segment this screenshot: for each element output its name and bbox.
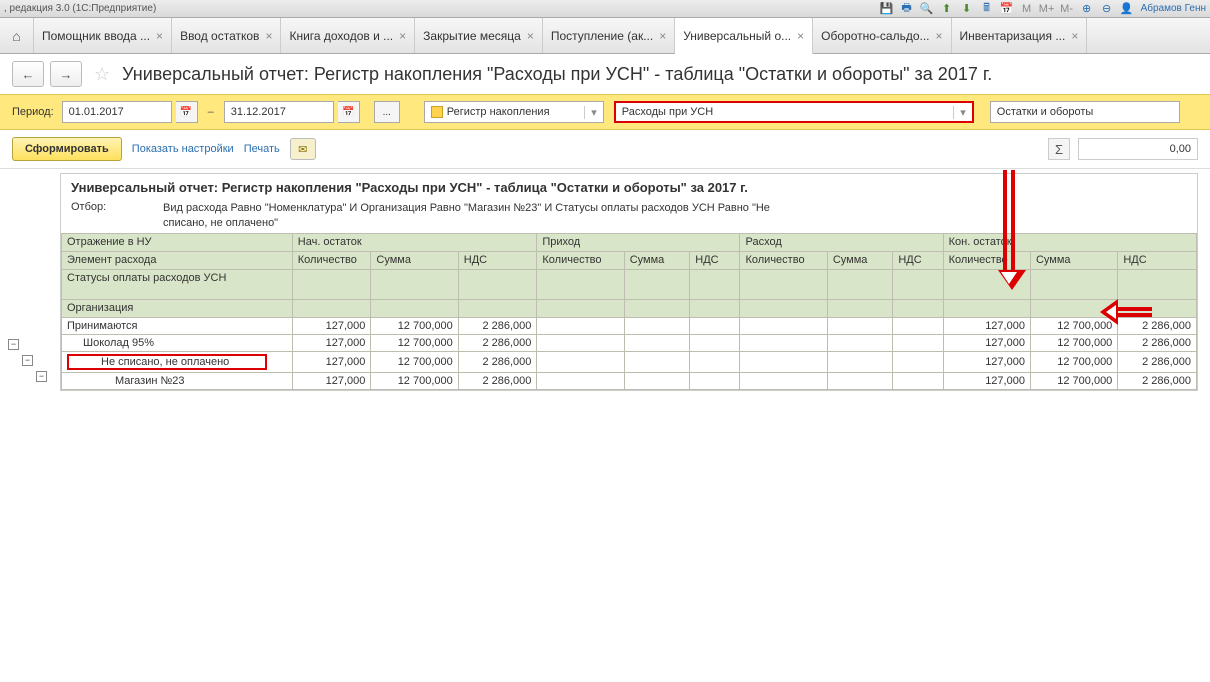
table-row[interactable]: Не списано, не оплачено127,00012 700,000…	[62, 351, 1197, 372]
col-status[interactable]: Статусы оплаты расходов УСН	[62, 269, 293, 299]
favorite-icon[interactable]: ☆	[94, 64, 110, 85]
period-to-input[interactable]: 31.12.2017	[224, 101, 334, 123]
col-inc[interactable]: Приход	[537, 233, 740, 251]
filter-text: Вид расхода Равно "Номенклатура" И Орган…	[163, 201, 803, 231]
print-icon[interactable]: 🖶	[899, 1, 915, 17]
table-row[interactable]: Шоколад 95%127,00012 700,0002 286,000127…	[62, 334, 1197, 351]
print-link[interactable]: Печать	[244, 143, 280, 155]
calendar-from-button[interactable]: 📅	[176, 101, 198, 123]
tab-5[interactable]: Универсальный о...×	[675, 18, 813, 54]
table-row[interactable]: Принимаются127,00012 700,0002 286,000127…	[62, 317, 1197, 334]
m-minus-icon[interactable]: M-	[1059, 1, 1075, 17]
report: Универсальный отчет: Регистр накопления …	[60, 173, 1198, 391]
close-icon[interactable]: ×	[659, 29, 666, 43]
tab-1[interactable]: Ввод остатков×	[172, 18, 281, 53]
annotation-arrow-left	[1100, 301, 1152, 323]
col-qty[interactable]: Количество	[740, 251, 827, 269]
tab-strip: ⌂ Помощник ввода ...× Ввод остатков× Кни…	[0, 18, 1210, 54]
zoom-out-icon[interactable]: ⊖	[1099, 1, 1115, 17]
m-icon[interactable]: M	[1019, 1, 1035, 17]
period-label: Период:	[12, 106, 54, 118]
col-dim[interactable]: Отражение в НУ	[62, 233, 293, 251]
page-title: Универсальный отчет: Регистр накопления …	[122, 64, 992, 85]
col-beg[interactable]: Нач. остаток	[292, 233, 537, 251]
col-vat[interactable]: НДС	[458, 251, 537, 269]
col-vat[interactable]: НДС	[1118, 251, 1197, 269]
annotation-arrow-down	[998, 170, 1020, 302]
generate-button[interactable]: Сформировать	[12, 137, 122, 161]
tab-6[interactable]: Оборотно-сальдо...×	[813, 18, 951, 53]
col-sum[interactable]: Сумма	[1030, 251, 1117, 269]
col-sum[interactable]: Сумма	[827, 251, 893, 269]
period-from-input[interactable]: 01.01.2017	[62, 101, 172, 123]
col-end[interactable]: Кон. остаток	[943, 233, 1196, 251]
forward-button[interactable]: →	[50, 61, 82, 87]
tab-0[interactable]: Помощник ввода ...×	[34, 18, 172, 53]
settings-link[interactable]: Показать настройки	[132, 143, 234, 155]
back-button[interactable]: ←	[12, 61, 44, 87]
table-select[interactable]: Остатки и обороты	[990, 101, 1180, 123]
sum-button[interactable]: Σ	[1048, 138, 1070, 160]
nav-row: ← → ☆ Универсальный отчет: Регистр накоп…	[0, 54, 1210, 94]
title-bar: , редакция 3.0 (1С:Предприятие) 💾 🖶 🔍 ⬆ …	[0, 0, 1210, 18]
col-vat[interactable]: НДС	[893, 251, 943, 269]
col-vat[interactable]: НДС	[690, 251, 740, 269]
save-icon[interactable]: 💾	[879, 1, 895, 17]
calendar-to-button[interactable]: 📅	[338, 101, 360, 123]
close-icon[interactable]: ×	[527, 29, 534, 43]
chevron-down-icon: ▾	[953, 106, 966, 119]
close-icon[interactable]: ×	[797, 29, 804, 43]
tab-7[interactable]: Инвентаризация ...×	[952, 18, 1088, 53]
tab-4[interactable]: Поступление (ак...×	[543, 18, 675, 53]
filter-bar: Период: 01.01.2017 📅 – 31.12.2017 📅 ... …	[0, 94, 1210, 130]
dash: –	[208, 106, 214, 118]
report-grid[interactable]: Отражение в НУ Нач. остаток Приход Расхо…	[61, 233, 1197, 390]
calc-icon[interactable]: 🖩	[979, 1, 995, 17]
col-exp[interactable]: Расход	[740, 233, 943, 251]
zoom-in-icon[interactable]: ⊕	[1079, 1, 1095, 17]
tree-toggle[interactable]: −	[22, 355, 33, 366]
col-qty[interactable]: Количество	[537, 251, 624, 269]
period-picker-button[interactable]: ...	[374, 101, 400, 123]
report-area: Универсальный отчет: Регистр накопления …	[0, 173, 1210, 391]
sum-value: 0,00	[1078, 138, 1198, 160]
col-sum[interactable]: Сумма	[624, 251, 690, 269]
chevron-down-icon: ▾	[584, 106, 597, 119]
preview-icon[interactable]: 🔍	[919, 1, 935, 17]
col-org[interactable]: Организация	[62, 299, 293, 317]
col-qty[interactable]: Количество	[292, 251, 371, 269]
close-icon[interactable]: ×	[936, 29, 943, 43]
close-icon[interactable]: ×	[156, 29, 163, 43]
tab-2[interactable]: Книга доходов и ...×	[281, 18, 415, 53]
app-title: , редакция 3.0 (1С:Предприятие)	[4, 3, 156, 14]
tree-toggle-column: − − −	[8, 337, 56, 477]
col-sum[interactable]: Сумма	[371, 251, 458, 269]
mail-button[interactable]: ✉	[290, 138, 316, 160]
home-tab[interactable]: ⌂	[0, 18, 34, 53]
close-icon[interactable]: ×	[265, 29, 272, 43]
close-icon[interactable]: ×	[1071, 29, 1078, 43]
button-bar: Сформировать Показать настройки Печать ✉…	[0, 130, 1210, 169]
col-el[interactable]: Элемент расхода	[62, 251, 293, 269]
tab-3[interactable]: Закрытие месяца×	[415, 18, 543, 53]
send-icon[interactable]: ⬆	[939, 1, 955, 17]
register-type-select[interactable]: Регистр накопления▾	[424, 101, 604, 123]
register-select[interactable]: Расходы при УСН▾	[614, 101, 974, 123]
receive-icon[interactable]: ⬇	[959, 1, 975, 17]
user-name[interactable]: Абрамов Генн	[1141, 3, 1206, 14]
calendar-icon[interactable]: 📅	[999, 1, 1015, 17]
table-row[interactable]: Магазин №23127,00012 700,0002 286,000127…	[62, 372, 1197, 389]
user-icon: 👤	[1119, 1, 1135, 17]
m-plus-icon[interactable]: M+	[1039, 1, 1055, 17]
tree-toggle[interactable]: −	[8, 339, 19, 350]
tree-toggle[interactable]: −	[36, 371, 47, 382]
close-icon[interactable]: ×	[399, 29, 406, 43]
register-icon	[431, 106, 443, 118]
filter-label: Отбор:	[71, 201, 163, 231]
